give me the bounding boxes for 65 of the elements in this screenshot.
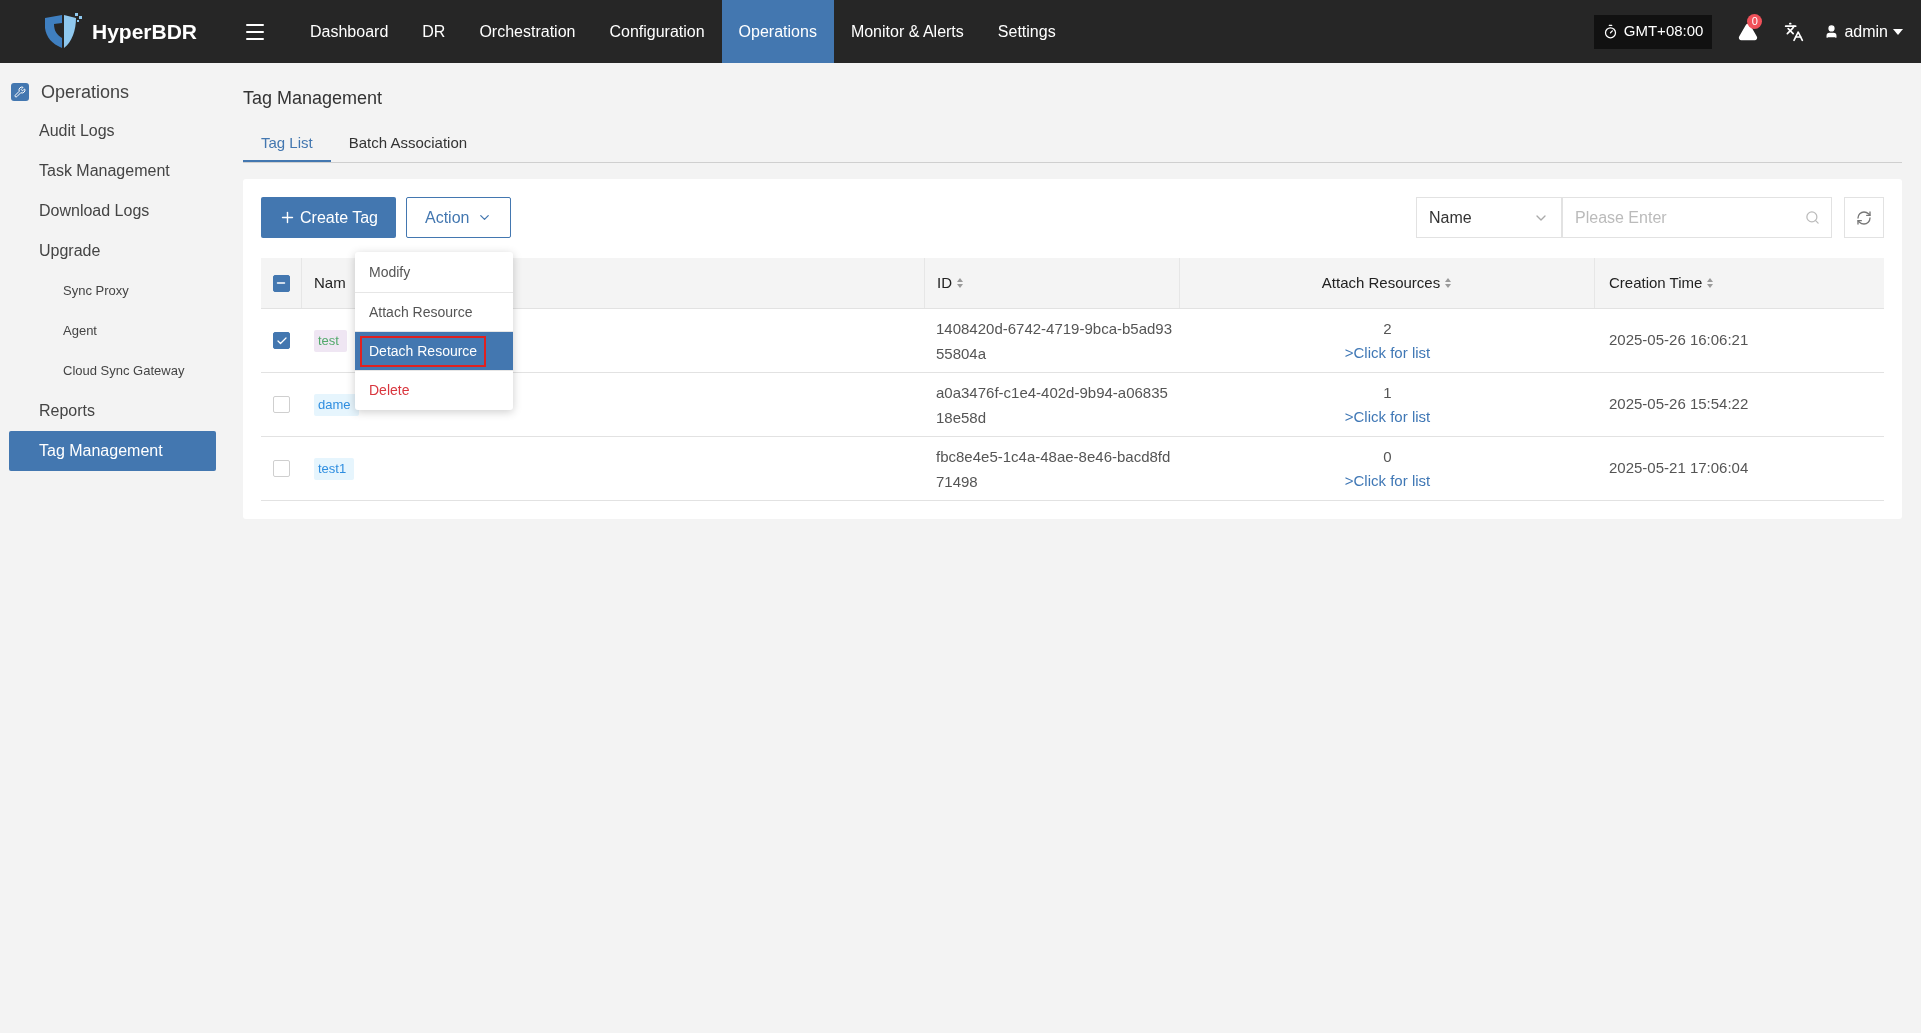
sidebar-item[interactable]: Agent (9, 311, 216, 351)
tag-label: test (314, 329, 347, 352)
sidebar-item[interactable]: Upgrade (9, 231, 216, 271)
table-cell-text: 2025-05-21 17:06:04 (1609, 458, 1749, 479)
tag-label: dame (314, 393, 359, 416)
sidebar-item[interactable]: Audit Logs (9, 111, 216, 151)
timer-icon (1602, 24, 1618, 39)
nav-tab[interactable]: Configuration (592, 0, 722, 63)
table-cell-text: 2 (1383, 318, 1392, 339)
menu-item[interactable]: Detach Resource (360, 335, 487, 367)
list-link[interactable]: >Click for list (1344, 468, 1431, 493)
sort-icon[interactable] (1444, 277, 1453, 289)
menu-item[interactable]: Modify (360, 257, 420, 288)
table-cell-text: a0a3476f-c1e4-402d-9b94-a0683518e58d (936, 382, 1169, 428)
sidebar-title: Operations (41, 80, 130, 104)
sidebar-item[interactable]: Sync Proxy (9, 271, 216, 311)
table-cell-text: 1 (1383, 382, 1392, 403)
tab[interactable]: Tag List (243, 126, 331, 162)
sidebar-item[interactable]: Download Logs (9, 191, 216, 231)
nav-tab[interactable]: Orchestration (462, 0, 593, 63)
sidebar-item[interactable]: Tag Management (9, 431, 216, 471)
menu-item[interactable]: Delete (360, 374, 419, 406)
table-cell-text: 2025-05-26 16:06:21 (1609, 330, 1749, 351)
filter-select[interactable]: Name (1416, 197, 1562, 238)
column-header[interactable]: ID (937, 271, 952, 295)
nav-tab[interactable]: Dashboard (293, 0, 406, 63)
user-menu[interactable]: admin (1824, 19, 1903, 44)
table-cell-text: fbc8e4e5-1c4a-48ae-8e46-bacd8fd71498 (936, 446, 1172, 492)
nav-tab[interactable]: Monitor & Alerts (833, 0, 981, 63)
list-link[interactable]: >Click for list (1344, 404, 1431, 429)
brand-name: HyperBDR (92, 18, 198, 45)
table-cell-text: 0 (1383, 446, 1392, 467)
user-icon (1824, 24, 1840, 39)
page-title: Tag Management (243, 87, 384, 110)
language-icon[interactable] (1784, 21, 1805, 42)
timezone-button[interactable]: GMT+08:00 (1593, 14, 1713, 49)
caret-icon (1893, 28, 1903, 35)
alert-count-badge: 0 (1747, 13, 1763, 29)
menu-item[interactable]: Attach Resource (360, 296, 482, 328)
column-header[interactable]: Attach Resources (1321, 271, 1441, 295)
nav-tab[interactable]: Operations (721, 0, 834, 63)
column-header: Nam (314, 272, 346, 293)
refresh-icon (1856, 209, 1872, 226)
checkbox[interactable] (272, 274, 290, 292)
search-icon (1805, 210, 1820, 225)
plus-icon (279, 209, 296, 226)
checkbox[interactable] (273, 332, 290, 349)
tab[interactable]: Batch Association (330, 126, 486, 162)
nav-tab[interactable]: DR (405, 0, 463, 63)
column-header[interactable]: Creation Time (1609, 271, 1703, 295)
sidebar-item[interactable]: Cloud Sync Gateway (9, 351, 216, 391)
tag-label: test1 (314, 457, 355, 480)
create-tag-button[interactable]: Create Tag (261, 197, 396, 238)
table-cell-text: 1408420d-6742-4719-9bca-b5ad9355804a (936, 318, 1174, 364)
sort-icon[interactable] (1706, 277, 1715, 289)
sidebar-item[interactable]: Task Management (9, 151, 216, 191)
sort-icon[interactable] (956, 277, 964, 289)
table-cell-text: 2025-05-26 15:54:22 (1609, 394, 1749, 415)
nav-tab[interactable]: Settings (980, 0, 1073, 63)
sidebar-item[interactable]: Reports (9, 391, 216, 431)
action-button[interactable]: Action (406, 197, 512, 238)
refresh-button[interactable] (1844, 197, 1884, 238)
wrench-icon (11, 83, 29, 101)
list-link[interactable]: >Click for list (1344, 340, 1431, 365)
search-field[interactable]: Please Enter (1562, 197, 1832, 238)
